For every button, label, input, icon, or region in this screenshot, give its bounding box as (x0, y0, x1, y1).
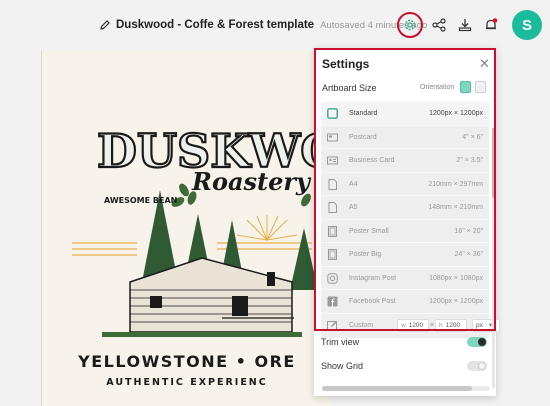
show-grid-toggle[interactable] (467, 361, 487, 371)
instagram-icon (327, 272, 338, 284)
close-icon[interactable]: ✕ (479, 56, 490, 72)
horizontal-scrollbar[interactable] (322, 386, 490, 391)
size-name: Poster Big (349, 251, 382, 258)
artboard-size-list: Standard 1200px × 1200px Postcard 4" × 6… (321, 102, 500, 338)
size-dimensions: 2" × 3.5" (456, 157, 483, 164)
size-option-instagram-post[interactable]: Instagram Post 1080px × 1080px (321, 266, 489, 290)
notifications-button[interactable] (480, 14, 502, 36)
show-grid-label: Show Grid (321, 361, 364, 371)
size-dimensions: 148mm × 210mm (428, 204, 483, 211)
size-name: A5 (349, 204, 358, 211)
height-label: h (439, 321, 443, 329)
size-option-postcard[interactable]: Postcard 4" × 6" (321, 125, 489, 149)
settings-panel: Settings ✕ Artboard Size Orientation Sta… (314, 48, 500, 396)
orientation-landscape-button[interactable] (460, 81, 471, 93)
custom-label: Custom (349, 321, 374, 329)
size-option-a4[interactable]: A4 210mm × 297mm (321, 172, 489, 196)
scroll-thumb[interactable] (492, 128, 495, 198)
artboard-size-row: Artboard Size Orientation (322, 81, 490, 97)
grass (102, 332, 302, 337)
size-option-poster-small[interactable]: Poster Small 16" × 20" (321, 219, 489, 243)
size-option-standard[interactable]: Standard 1200px × 1200px (321, 102, 489, 126)
size-dimensions: 16" × 20" (454, 227, 483, 235)
document-title[interactable]: Duskwood - Coffe & Forest template (116, 19, 314, 31)
times-sign: × (430, 321, 435, 329)
facebook-icon (327, 296, 338, 307)
size-name: Business Card (349, 157, 395, 164)
trim-view-row: Trim view (321, 335, 489, 351)
size-option-business-card[interactable]: Business Card 2" × 3.5" (321, 149, 489, 173)
size-dimensions: 210mm × 297mm (428, 180, 483, 188)
toggle-knob (478, 338, 486, 346)
size-name: Poster Small (349, 227, 389, 235)
size-name: Standard (349, 110, 378, 117)
width-label: w (401, 321, 406, 329)
notification-dot (492, 18, 498, 23)
download-icon (458, 19, 472, 32)
width-value: 1200 (408, 321, 424, 329)
size-dimensions: 1200px × 1200px (429, 298, 483, 305)
poster-icon (328, 225, 337, 237)
avatar[interactable]: S (512, 10, 542, 40)
authentic-experience-text: AUTHENTIC EXPERIENC (106, 377, 268, 388)
document-title-area[interactable]: Duskwood - Coffe & Forest template Autos… (99, 19, 427, 31)
artboard-canvas[interactable]: DUSKWOO Roastery (41, 50, 332, 406)
trim-view-toggle[interactable] (467, 337, 487, 347)
gear-icon (404, 19, 416, 31)
download-button[interactable] (454, 14, 476, 36)
page-icon (328, 202, 337, 213)
size-dimensions: 1200px × 1200px (429, 110, 483, 117)
unit-select[interactable]: px ▾ (472, 318, 500, 332)
size-name: Instagram Post (349, 274, 397, 282)
size-option-facebook-post[interactable]: Facebook Post 1200px × 1200px (321, 290, 489, 314)
custom-width-input[interactable]: w 1200 (397, 318, 429, 332)
settings-button[interactable] (397, 12, 423, 38)
settings-title: Settings (322, 57, 370, 71)
sunburst (236, 215, 298, 241)
size-dimensions: 1080px × 1080px (429, 274, 483, 282)
size-option-a5[interactable]: A5 148mm × 210mm (321, 196, 489, 220)
edit-size-icon (327, 320, 337, 331)
top-bar: Duskwood - Coffe & Forest template Autos… (0, 0, 550, 50)
size-option-poster-big[interactable]: Poster Big 24" × 36" (321, 243, 489, 267)
height-value: 1200 (445, 321, 461, 329)
size-dimensions: 24" × 36" (454, 251, 483, 258)
unit-value: px (476, 321, 483, 329)
pencil-icon[interactable] (99, 19, 111, 31)
business-card-icon (327, 156, 338, 165)
size-name: Postcard (349, 133, 377, 141)
settings-header: Settings ✕ (314, 48, 496, 78)
bell-icon (486, 18, 498, 30)
orientation-portrait-button[interactable] (475, 81, 486, 93)
awesome-bean-tag: AWESOME BEAN (104, 196, 178, 205)
share-button[interactable] (428, 14, 450, 36)
vertical-scrollbar[interactable] (492, 128, 495, 388)
scroll-thumb[interactable] (322, 386, 472, 391)
page-icon (328, 178, 337, 190)
custom-height-input[interactable]: h 1200 (435, 318, 467, 332)
size-option-custom[interactable]: Custom w 1200 × h 1200 px ▾ (321, 313, 500, 338)
show-grid-row: Show Grid (321, 359, 489, 375)
share-icon (432, 18, 446, 32)
yellowstone-text: YELLOWSTONE • ORE (78, 352, 296, 371)
square-icon (327, 108, 338, 119)
orientation-label: Orientation (420, 84, 455, 91)
size-dimensions: 4" × 6" (462, 133, 483, 141)
artboard-size-label: Artboard Size (322, 83, 377, 93)
toggle-knob (478, 362, 486, 370)
poster-icon (328, 249, 337, 260)
logo-script: Roastery (191, 167, 312, 196)
size-name: Facebook Post (349, 298, 396, 305)
trim-view-label: Trim view (321, 337, 360, 347)
size-name: A4 (349, 180, 358, 188)
postcard-icon (327, 133, 338, 141)
